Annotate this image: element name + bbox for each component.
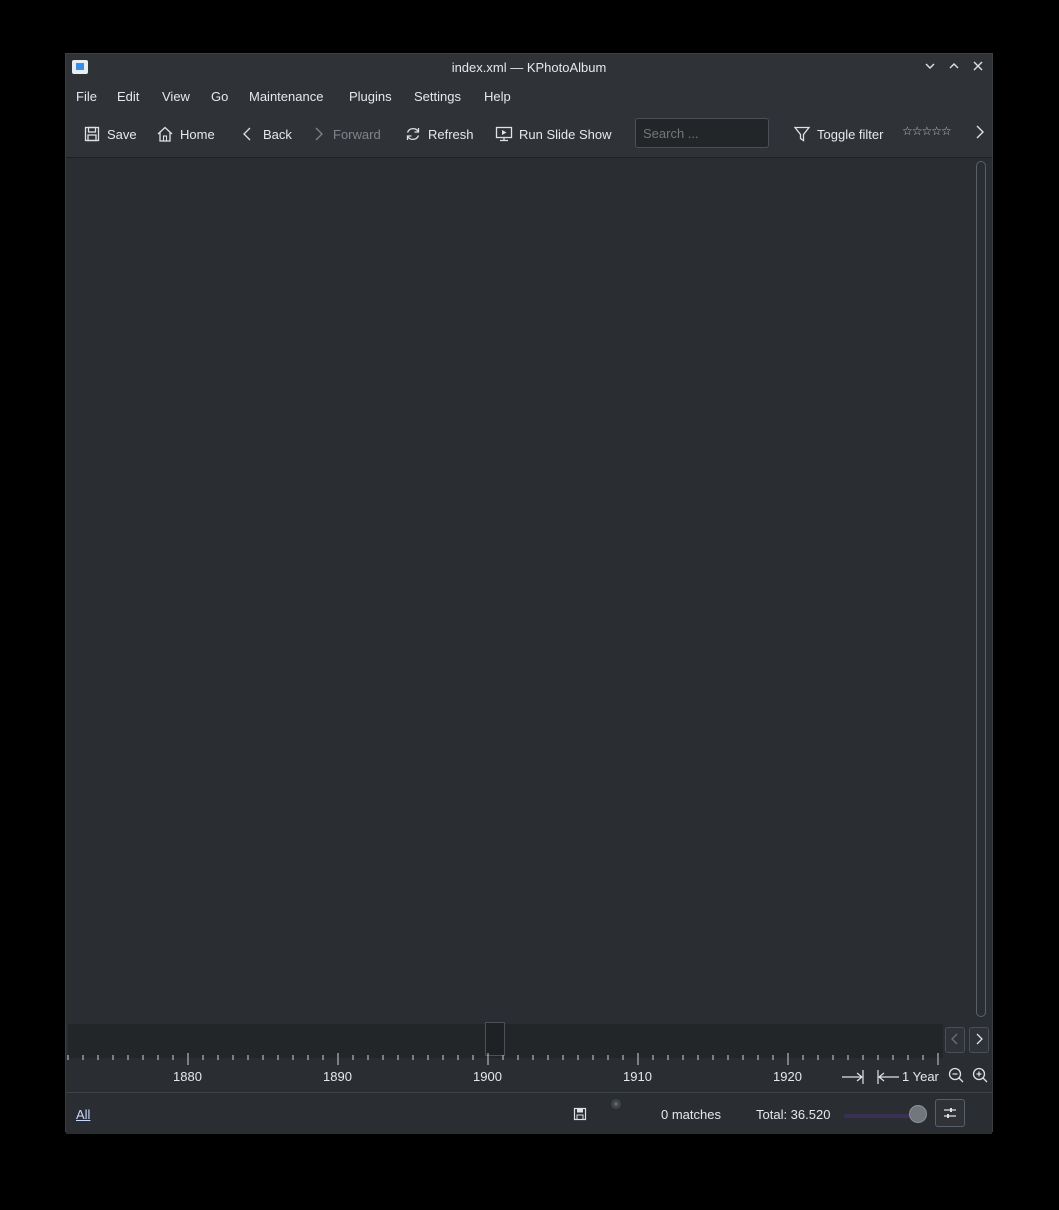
activity-indicator-icon (611, 1099, 621, 1109)
toggle-filter-label: Toggle filter (817, 126, 884, 142)
chevron-right-icon (976, 1033, 983, 1045)
chevron-left-icon (243, 127, 251, 141)
minimize-button[interactable] (921, 59, 939, 77)
thumbnail-size-slider-handle[interactable] (909, 1105, 927, 1123)
zoom-in-button[interactable] (971, 1066, 989, 1084)
browser-view[interactable] (66, 158, 970, 1020)
home-button[interactable]: Home (156, 124, 215, 144)
back-label: Back (263, 126, 292, 142)
home-icon (157, 126, 173, 142)
rating-filter-stars[interactable]: ☆☆☆☆☆ (902, 124, 952, 138)
save-status-icon (573, 1107, 587, 1121)
refresh-icon (406, 128, 420, 140)
chevron-right-icon (976, 125, 984, 139)
year-tick-label: 1910 (623, 1069, 652, 1084)
zoom-out-icon (948, 1067, 964, 1083)
status-bar: All 0 matches Total: 36.520 (66, 1092, 992, 1134)
refresh-button[interactable]: Refresh (404, 124, 474, 144)
close-button[interactable] (969, 59, 987, 77)
back-button[interactable]: Back (239, 124, 292, 144)
window-title: index.xml — KPhotoAlbum (451, 60, 607, 75)
zoom-out-button[interactable] (947, 1066, 965, 1084)
total-count: Total: 36.520 (756, 1107, 831, 1122)
toggle-filter-button[interactable]: Toggle filter (793, 124, 883, 144)
match-count: 0 matches (661, 1107, 721, 1122)
menu-view[interactable]: View (162, 89, 190, 104)
menu-maintenance[interactable]: Maintenance (249, 89, 323, 104)
menu-settings[interactable]: Settings (414, 89, 461, 104)
chevron-left-icon (951, 1033, 958, 1045)
year-tick-label: 1920 (773, 1069, 802, 1084)
menu-help[interactable]: Help (484, 89, 511, 104)
sliders-icon (944, 1108, 956, 1118)
main-toolbar: Save Home Back Forward Refresh Run Slide… (66, 112, 992, 158)
maximize-button[interactable] (945, 59, 963, 77)
unit-scale-icon (842, 1070, 899, 1084)
menu-bar: File Edit View Go Maintenance Plugins Se… (66, 82, 992, 112)
year-tick-label: 1890 (323, 1069, 352, 1084)
date-bar-scroll-left-button[interactable] (945, 1027, 965, 1053)
search-input[interactable] (635, 118, 769, 148)
save-label: Save (107, 126, 137, 142)
vertical-scrollbar[interactable] (976, 161, 986, 1017)
forward-button[interactable]: Forward (309, 124, 381, 144)
menu-file[interactable]: File (76, 89, 97, 104)
slideshow-label: Run Slide Show (519, 126, 612, 142)
title-bar[interactable]: index.xml — KPhotoAlbum (66, 54, 992, 82)
filter-icon (793, 126, 811, 142)
unit-label: 1 Year (902, 1069, 939, 1084)
forward-label: Forward (333, 126, 381, 142)
menu-go[interactable]: Go (211, 89, 228, 104)
save-button[interactable]: Save (83, 124, 137, 144)
chevron-right-icon (315, 127, 323, 141)
menu-edit[interactable]: Edit (117, 89, 139, 104)
slideshow-button[interactable]: Run Slide Show (495, 124, 612, 144)
settings-toggle-button[interactable] (935, 1099, 965, 1127)
slideshow-icon (495, 126, 513, 142)
zoom-in-icon (972, 1067, 988, 1083)
menu-plugins[interactable]: Plugins (349, 89, 392, 104)
toolbar-overflow-button[interactable] (971, 122, 989, 145)
year-tick-label: 1880 (173, 1069, 202, 1084)
year-tick-label: 1900 (473, 1069, 502, 1084)
save-icon (84, 126, 100, 142)
refresh-label: Refresh (428, 126, 474, 142)
date-bar-scroll-right-button[interactable] (969, 1027, 989, 1053)
main-window: index.xml — KPhotoAlbum File Edit View G… (65, 53, 993, 1134)
home-label: Home (180, 126, 215, 142)
breadcrumb-all-link[interactable]: All (76, 1107, 90, 1122)
